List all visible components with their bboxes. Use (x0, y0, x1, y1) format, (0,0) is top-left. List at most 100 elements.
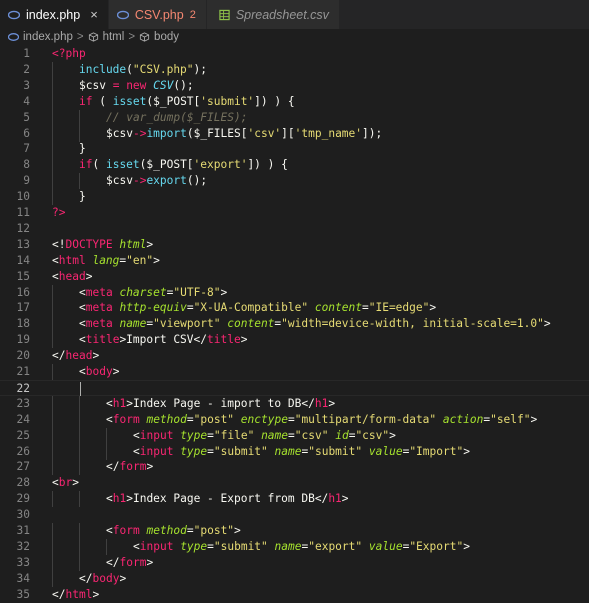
code-editor[interactable]: 1 <?php 2 include("CSV.php"); 3 $csv = new CS… (0, 45, 589, 603)
code-line[interactable]: 18 <meta name="viewport" content="width=d… (0, 316, 589, 333)
code-token: head (65, 349, 93, 363)
line-number: 4 (23, 94, 30, 108)
code-token: < (52, 253, 59, 267)
code-line[interactable]: 16 <meta charset="UTF-8"> (0, 284, 589, 301)
code-line[interactable]: 9 $csv->export(); (0, 173, 589, 190)
line-number: 3 (23, 78, 30, 92)
code-token: include (79, 62, 127, 76)
line-number: 22 (16, 381, 30, 395)
indent-guide (52, 77, 53, 94)
code-line[interactable]: 12 (0, 221, 589, 237)
code-line[interactable]: 14 <html lang="en"> (0, 253, 589, 269)
indent-guide (52, 141, 53, 158)
code-token: > (240, 333, 248, 347)
breadcrumb-html[interactable]: html (103, 31, 125, 43)
code-token: meta (85, 285, 113, 299)
code-token: "Import" (409, 444, 464, 458)
code-line[interactable]: 23 <h1>Index Page - import to DB</h1> (0, 395, 589, 412)
code-token: = (186, 301, 194, 315)
code-line[interactable]: 15 <head> (0, 269, 589, 285)
indent-guide (52, 523, 53, 539)
line-number: 34 (16, 571, 30, 585)
code-token: < (133, 539, 140, 553)
code-line[interactable]: 11 ?> (0, 205, 589, 221)
code-line[interactable]: 13 <!DOCTYPE html> (0, 237, 589, 253)
line-code: <meta name="viewport" content="width=dev… (79, 316, 551, 332)
line-code: $csv->import($_FILES['csv']['tmp_name'])… (106, 126, 382, 142)
line-number: 24 (16, 412, 30, 426)
tab-spreadsheet-csv[interactable]: Spreadsheet.csv (206, 0, 340, 29)
indent-guide (52, 395, 53, 412)
code-token: > (530, 412, 538, 426)
line-number: 5 (23, 110, 30, 124)
code-line[interactable]: 34 </body> (0, 570, 589, 587)
tab-csv-php[interactable]: CSV.php 2 (108, 0, 207, 29)
code-token: = (186, 412, 194, 426)
tab-index-php[interactable]: index.php × (0, 0, 109, 29)
breadcrumb-body[interactable]: body (154, 31, 179, 43)
code-line[interactable]: 2 include("CSV.php"); (0, 61, 589, 78)
code-line[interactable]: 35 </html> (0, 587, 589, 603)
code-line[interactable]: 27 </form> (0, 459, 589, 476)
line-number: 12 (16, 221, 30, 235)
code-token: </ (106, 460, 120, 474)
code-line[interactable]: 32 <input type="submit" name="export" val… (0, 538, 589, 555)
code-line[interactable]: 10} (0, 189, 589, 206)
code-line[interactable]: 3 $csv = new CSV(); (0, 77, 589, 94)
code-token: = (288, 428, 295, 442)
line-number: 19 (16, 333, 30, 347)
code-token: action (442, 412, 484, 426)
indent-guide (52, 554, 53, 571)
code-line[interactable]: 22 (0, 379, 589, 396)
code-token: input (139, 539, 174, 553)
code-line[interactable]: 7} (0, 141, 589, 158)
code-line[interactable]: 20 </head> (0, 348, 589, 364)
code-line[interactable]: 1 <?php (0, 46, 589, 62)
indent-guide (52, 93, 53, 110)
code-line[interactable]: 21 <body> (0, 364, 589, 380)
php-icon (116, 10, 129, 19)
breadcrumb-file[interactable]: index.php (23, 31, 73, 43)
code-line[interactable]: 4 if ( isset($_POST['submit']) ) { (0, 93, 589, 110)
code-line[interactable]: 33 </form> (0, 554, 589, 571)
code-token: "csv" (294, 428, 329, 442)
indent-guide (52, 538, 53, 555)
indent-guide (106, 538, 107, 555)
code-line[interactable]: 25 <input type="file" name="csv" id="csv"… (0, 427, 589, 444)
indent-guide (79, 443, 80, 460)
line-number: 20 (16, 349, 30, 363)
code-line[interactable]: 26 <input type="submit" name="submit" val… (0, 443, 589, 460)
code-line[interactable]: 5 // var_dump($_FILES); (0, 109, 589, 126)
code-token: form (112, 524, 140, 537)
code-token: = (207, 539, 214, 553)
code-token: "Export" (409, 539, 464, 553)
text-cursor (80, 381, 81, 396)
indent-guide (79, 173, 80, 190)
close-icon[interactable]: × (90, 7, 98, 22)
php-icon (8, 33, 19, 41)
code-token: ($_POST[ (139, 158, 194, 172)
code-token: >Import CSV</ (119, 333, 207, 347)
line-code: <head> (52, 269, 92, 285)
code-token: name (274, 444, 302, 458)
code-line[interactable]: 17 <meta http-equiv="X-UA-Compatible" con… (0, 300, 589, 317)
code-line[interactable]: 28 <br> (0, 475, 589, 491)
code-line[interactable]: 31 <form method="post"> (0, 523, 589, 539)
code-token: < (106, 412, 113, 426)
indent-guide (52, 189, 53, 206)
code-line[interactable]: 8 if( isset($_POST['export']) ) { (0, 157, 589, 174)
code-line[interactable]: 24 <form method="post" enctype="multipart… (0, 411, 589, 428)
code-line[interactable]: 19 <title>Import CSV</title> (0, 332, 589, 349)
line-code: include("CSV.php"); (79, 62, 207, 78)
indent-guide (79, 459, 80, 476)
line-number: 8 (23, 158, 30, 172)
body-element-icon (139, 32, 150, 42)
code-token: > (389, 428, 396, 442)
line-number: 21 (16, 365, 30, 378)
code-line[interactable]: 6 $csv->import($_FILES['csv']['tmp_name']… (0, 125, 589, 142)
code-line[interactable]: 29 <h1>Index Page - Export from DB</h1> (0, 491, 589, 508)
code-line[interactable]: 30 (0, 507, 589, 523)
code-token: -> (132, 126, 147, 140)
